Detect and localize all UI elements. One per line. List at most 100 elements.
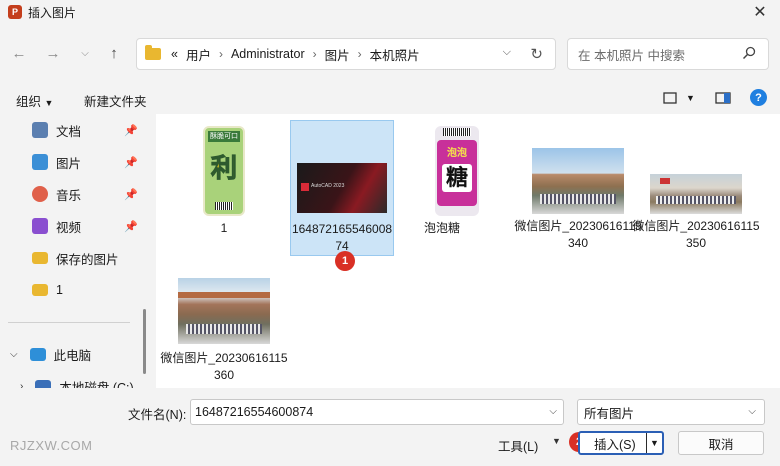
pin-icon[interactable]: 📌 (124, 188, 138, 201)
insert-label: 插入(S) (594, 437, 636, 452)
chevron-down-icon[interactable]: ⌵ (549, 406, 557, 417)
up-arrow-icon[interactable]: ↑ (103, 42, 125, 64)
sidebar-item-videos[interactable]: 视频 📌 (0, 212, 140, 240)
file-item[interactable]: 微信图片_20230616115360 (160, 270, 288, 388)
breadcrumb-administrator[interactable]: Administrator (231, 47, 305, 61)
sidebar-item-documents[interactable]: 文档 📌 (0, 116, 140, 144)
sidebar-scrollbar[interactable] (143, 309, 146, 374)
candy-label: 泡泡 (447, 148, 467, 159)
file-type-select[interactable]: 所有图片 ⌵ (577, 399, 765, 425)
view-mode-icon[interactable] (662, 90, 680, 106)
autocad-logo (301, 183, 309, 191)
sticker-label: 酥脆可口 (208, 131, 240, 142)
forward-arrow-icon[interactable]: → (42, 42, 64, 64)
file-list: 酥脆可口 利 1 AutoCAD 2023 16487216554600874 … (156, 114, 780, 388)
sidebar-item-label: 此电脑 (53, 348, 92, 363)
view-mode-caret-icon[interactable]: ▼ (686, 93, 695, 103)
roof (178, 292, 270, 298)
barcode (443, 128, 471, 136)
sidebar-item-label: 保存的图片 (56, 252, 119, 267)
new-folder-button[interactable]: 新建文件夹 (84, 91, 147, 110)
file-type-value: 所有图片 (584, 406, 635, 421)
caret-down-icon[interactable]: ▼ (552, 436, 561, 446)
file-name: 1 (220, 221, 228, 235)
computer-icon (29, 347, 46, 361)
file-item-selected[interactable]: AutoCAD 2023 16487216554600874 (290, 120, 394, 256)
breadcrumb-overflow[interactable]: « (171, 47, 178, 61)
refresh-icon[interactable]: ↻ (530, 45, 543, 63)
chevron-right-icon: › (312, 47, 317, 61)
organize-label: 组织 (16, 95, 42, 109)
window-title: 插入图片 (28, 5, 77, 20)
file-item[interactable]: 微信图片_20230616115340 (514, 120, 642, 254)
divider (8, 322, 130, 323)
sidebar-item-label: 文档 (56, 124, 82, 139)
autocad-text: AutoCAD 2023 (311, 183, 345, 189)
sticker-text: 利 (210, 153, 237, 184)
file-item[interactable]: 酥脆可口 利 1 (172, 120, 276, 254)
chevron-right-icon: › (218, 47, 223, 61)
title-bar: P 插入图片 ✕ (0, 0, 780, 24)
barcode (215, 202, 233, 210)
chevron-down-icon[interactable]: ⌵ (503, 46, 511, 59)
sidebar-item-label: 视频 (56, 220, 82, 235)
sidebar-item-folder-1[interactable]: 1 (0, 276, 140, 304)
file-name: 微信图片_20230616115340 (514, 219, 642, 250)
insert-dropdown-caret-icon[interactable]: ▼ (646, 433, 662, 453)
sidebar-item-saved-pictures[interactable]: 保存的图片 (0, 244, 140, 272)
chevron-right-icon[interactable]: › (20, 381, 23, 389)
thumbnail: 酥脆可口 利 (203, 126, 245, 216)
sidebar-item-label: 1 (56, 283, 63, 297)
thumbnail: 泡泡 糖 (435, 126, 479, 216)
filename-label: 文件名(N): (128, 408, 187, 422)
file-item[interactable]: 微信图片_20230616115350 (632, 120, 760, 254)
document-icon (32, 122, 48, 138)
search-box[interactable]: 在 本机照片 中搜索 (567, 38, 769, 70)
file-name: 微信图片_20230616115350 (632, 219, 760, 250)
caret-down-icon: ▼ (44, 98, 54, 108)
insert-button[interactable]: 插入(S) ▼ (578, 431, 664, 455)
group-photo-people (540, 194, 616, 204)
search-icon[interactable] (742, 46, 756, 60)
pin-icon[interactable]: 📌 (124, 156, 138, 169)
sidebar-item-pictures[interactable]: 图片 📌 (0, 148, 140, 176)
music-icon (32, 186, 48, 202)
preview-pane-icon[interactable] (714, 90, 732, 106)
sidebar-item-label: 本地磁盘 (C:) (59, 380, 134, 389)
chevron-down-icon[interactable]: ⌵ (10, 349, 18, 360)
recent-locations-chevron-icon[interactable]: ⌵ (74, 42, 96, 64)
breadcrumb-users[interactable]: 用户 (186, 45, 211, 64)
sidebar-item-local-disk[interactable]: › 本地磁盘 (C:) (0, 372, 140, 388)
help-icon[interactable]: ? (750, 89, 767, 106)
file-item[interactable]: 泡泡 糖 泡泡糖 (390, 120, 494, 254)
breadcrumb-local-photos[interactable]: 本机照片 (370, 45, 420, 64)
breadcrumb-pictures[interactable]: 图片 (325, 45, 350, 64)
chevron-down-icon: ⌵ (748, 406, 756, 417)
back-arrow-icon[interactable]: ← (8, 42, 30, 64)
chevron-right-icon: › (357, 47, 362, 61)
powerpoint-icon: P (8, 5, 22, 19)
content-scrollbar[interactable] (774, 114, 780, 388)
tools-button[interactable]: 工具(L) (498, 436, 538, 455)
navigation-pane: 文档 📌 图片 📌 音乐 📌 视频 📌 保存的图片 1 ⌵ 此电脑 › 本地磁盘… (0, 114, 150, 388)
filename-input[interactable]: 16487216554600874 ⌵ (190, 399, 564, 425)
pin-icon[interactable]: 📌 (124, 220, 138, 233)
organize-button[interactable]: 组织 ▼ (16, 91, 53, 110)
close-icon[interactable]: ✕ (750, 2, 770, 22)
file-name: 16487216554600874 (291, 222, 393, 253)
file-name: 泡泡糖 (423, 221, 460, 235)
folder-icon (32, 252, 48, 264)
sidebar-item-this-pc[interactable]: ⌵ 此电脑 (0, 340, 140, 368)
dialog-footer: 文件名(N): 16487216554600874 ⌵ 所有图片 ⌵ 工具(L)… (0, 388, 780, 466)
pictures-icon (32, 154, 48, 170)
address-bar[interactable]: « 用户 › Administrator › 图片 › 本机照片 ⌵ ↻ (136, 38, 556, 70)
group-photo-people (656, 196, 736, 204)
pin-icon[interactable]: 📌 (124, 124, 138, 137)
cancel-button[interactable]: 取消 (678, 431, 764, 455)
sidebar-item-music[interactable]: 音乐 📌 (0, 180, 140, 208)
folder-icon (145, 45, 161, 60)
candy-wrapper: 泡泡 糖 (437, 140, 477, 206)
filename-value: 16487216554600874 (195, 405, 314, 419)
video-icon (32, 218, 48, 234)
command-bar: 组织 ▼ 新建文件夹 ▼ ? (0, 84, 780, 112)
